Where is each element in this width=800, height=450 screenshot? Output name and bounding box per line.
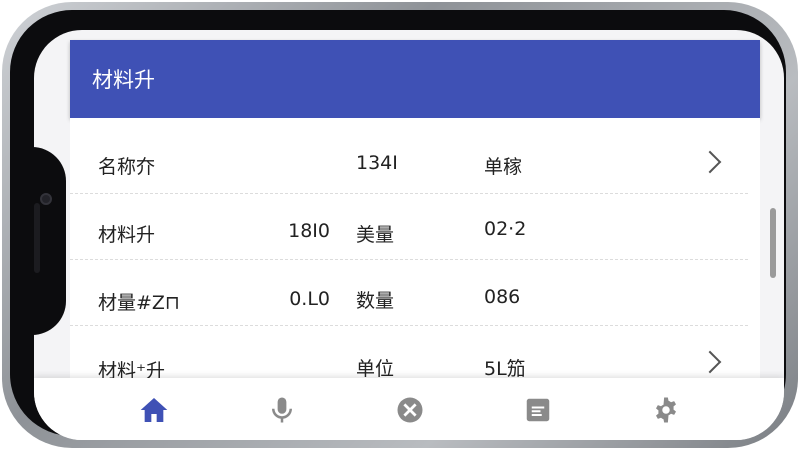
item-name: 材量#Z⊓ <box>98 292 180 314</box>
item-name: 名称夰 <box>98 156 156 178</box>
item-value: 02·2 <box>484 218 527 240</box>
list-item[interactable]: 名称夰 134Ⅰ 单稼 <box>70 128 748 194</box>
item-label: 单位 <box>356 358 395 380</box>
nav-home-button[interactable] <box>136 392 172 428</box>
item-label: 美量 <box>356 224 395 246</box>
item-code: 18Ⅰ0 <box>288 220 330 242</box>
list-item[interactable]: 材料升 18Ⅰ0 美量 02·2 <box>70 194 748 260</box>
front-camera <box>40 193 52 205</box>
page-title: 材料升 <box>92 68 155 92</box>
nav-notes-button[interactable] <box>520 392 556 428</box>
chevron-right-icon[interactable] <box>698 350 722 374</box>
gear-icon <box>656 397 676 423</box>
nav-cancel-button[interactable] <box>392 392 428 428</box>
nav-settings-button[interactable] <box>648 392 684 428</box>
phone-bezel: 材料升 名称夰 134Ⅰ 单稼 材料升 18Ⅰ0 美量 02·2 材量#Z⊓ 0… <box>10 10 786 440</box>
close-circle-icon <box>397 397 423 423</box>
item-value: 086 <box>484 286 521 308</box>
scrollbar[interactable] <box>770 208 776 278</box>
item-value: 5L笳 <box>484 358 526 380</box>
bottom-navigation <box>34 378 784 440</box>
app-bar: 材料升 <box>70 40 760 118</box>
document-icon <box>526 398 550 422</box>
phone-notch <box>10 147 66 335</box>
app-screen: 材料升 名称夰 134Ⅰ 单稼 材料升 18Ⅰ0 美量 02·2 材量#Z⊓ 0… <box>34 30 784 440</box>
nav-mic-button[interactable] <box>264 392 300 428</box>
home-icon <box>140 398 168 422</box>
material-list: 名称夰 134Ⅰ 单稼 材料升 18Ⅰ0 美量 02·2 材量#Z⊓ 0.L0 … <box>70 118 760 398</box>
chevron-right-icon[interactable] <box>698 150 722 174</box>
list-item[interactable]: 材量#Z⊓ 0.L0 数量 086 <box>70 260 748 326</box>
speaker-grille <box>34 203 40 273</box>
item-label: 数量 <box>356 290 395 312</box>
item-code: 0.L0 <box>289 288 330 310</box>
item-unit: 单稼 <box>484 156 523 178</box>
item-name: 材料升 <box>98 224 156 246</box>
microphone-icon <box>272 397 292 423</box>
item-value: 134Ⅰ <box>356 152 398 174</box>
